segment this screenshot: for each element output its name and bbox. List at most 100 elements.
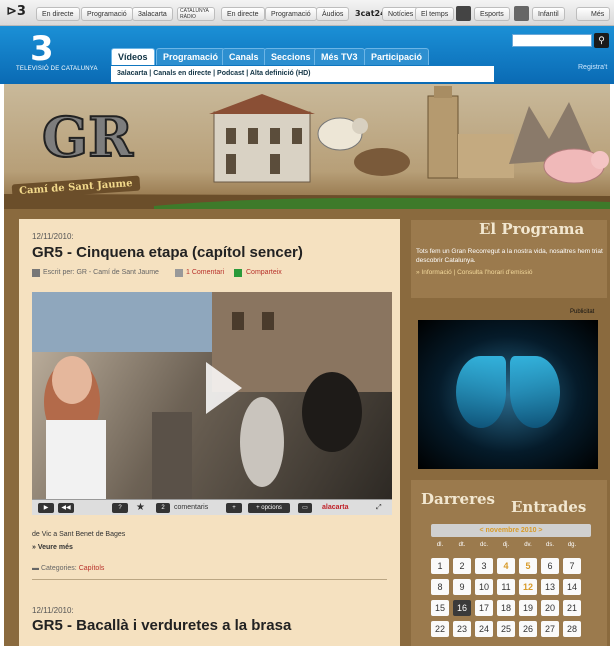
star-icon[interactable]: ★	[136, 503, 145, 513]
more-options-button[interactable]: + opcions	[248, 503, 290, 513]
fullscreen-icon[interactable]: ⤢	[376, 503, 382, 513]
topbar-item-esports[interactable]: Esports	[474, 7, 510, 21]
calendar-day[interactable]: 23	[453, 621, 471, 637]
read-more-link[interactable]: » Veure més	[32, 544, 73, 551]
play-icon[interactable]	[206, 362, 242, 414]
ad-label: Publicitat	[570, 309, 595, 315]
share-link[interactable]: Comparteix	[246, 269, 282, 276]
calendar-day[interactable]: 2	[453, 558, 471, 574]
top-network-bar: ⊳3 En directe Programació 3alacarta CATA…	[0, 0, 614, 26]
esports-icon	[456, 6, 471, 21]
calendar-day[interactable]: 15	[431, 600, 449, 616]
comments-link[interactable]: 1 Comentari	[186, 269, 224, 276]
topbar-item-radio-en-directe[interactable]: En directe	[221, 7, 265, 21]
calendar-day[interactable]: 19	[519, 600, 537, 616]
calendar-day[interactable]: 16	[453, 600, 471, 616]
program-banner: GR Camí de Sant Jaume	[4, 84, 610, 209]
tv3-small-logo[interactable]: ⊳3	[6, 4, 26, 19]
post-author: Escrit per: GR - Camí de Sant Jaume	[43, 269, 159, 276]
post-date: 12/11/2010:	[32, 232, 74, 241]
rewind-button[interactable]: ◀◀	[58, 503, 74, 513]
embed-icon[interactable]: ▭	[298, 503, 312, 513]
topbar-item-noticies[interactable]: Notícies	[382, 7, 420, 21]
calendar-day[interactable]: 18	[497, 600, 515, 616]
tab-seccions[interactable]: Seccions	[264, 48, 318, 65]
topbar-more-button[interactable]: Més	[576, 7, 611, 21]
calendar-day[interactable]: 28	[563, 621, 581, 637]
calendar-day[interactable]: 3	[475, 558, 493, 574]
calendar-weekday: dv.	[524, 542, 532, 548]
advertisement[interactable]	[418, 320, 598, 469]
gr-logo: GR	[42, 105, 134, 169]
author-icon	[32, 269, 40, 277]
video-player[interactable]	[32, 292, 392, 499]
main-header: 3 TELEVISIÓ DE CATALUNYA Vídeos Programa…	[0, 26, 614, 84]
calendar-day[interactable]: 8	[431, 579, 449, 595]
calendar-weekday: dl.	[436, 542, 444, 548]
calendar-day[interactable]: 9	[453, 579, 471, 595]
topbar-item-el-temps[interactable]: El temps	[415, 7, 455, 21]
calendar-day[interactable]: 14	[563, 579, 581, 595]
video-controls: ▶ ◀◀ ? ★ 2 comentaris + + opcions ▭ alac…	[32, 499, 392, 515]
calendar-day[interactable]: 22	[431, 621, 449, 637]
tab-mes-tv3[interactable]: Més TV3	[314, 48, 365, 65]
calendar-day[interactable]: 5	[519, 558, 537, 574]
tab-videos[interactable]: Vídeos	[111, 48, 155, 65]
categories-label: Categories:	[40, 565, 77, 572]
post-categories: ▬ Categories: Capítols	[32, 565, 104, 572]
calendar-day[interactable]: 12	[519, 579, 537, 595]
calendar-day[interactable]: 24	[475, 621, 493, 637]
tab-participacio[interactable]: Participació	[364, 48, 430, 65]
calendar-day[interactable]: 20	[541, 600, 559, 616]
comment-icon	[175, 269, 183, 277]
calendar-day[interactable]: 25	[497, 621, 515, 637]
help-button[interactable]: ?	[112, 503, 128, 513]
tv3-logo-subtitle: TELEVISIÓ DE CATALUNYA	[16, 66, 98, 72]
topbar-item-audios[interactable]: Àudios	[316, 7, 350, 21]
programa-box: El Programa Tots fem un Gran Recorregut …	[411, 220, 607, 298]
catalunya-radio-logo[interactable]: CATALUNYA RÀDIO	[177, 7, 215, 21]
play-button[interactable]: ▶	[38, 503, 54, 513]
post-excerpt: de Vic a Sant Benet de Bages	[32, 531, 126, 538]
calendar-day[interactable]: 13	[541, 579, 559, 595]
search-input[interactable]	[512, 34, 592, 47]
calendar-day[interactable]: 27	[541, 621, 559, 637]
ad-graphic-right	[510, 356, 560, 428]
tv3-logo[interactable]: 3	[30, 32, 54, 66]
register-link[interactable]: Registra't	[578, 64, 607, 71]
calendar-weekday: dg.	[567, 542, 577, 548]
calendar-month-nav[interactable]: < novembre 2010 >	[431, 524, 591, 537]
alacarta-logo[interactable]: alacarta	[322, 503, 348, 513]
darreres-entrades-box: Darreres Entrades < novembre 2010 > dl. d…	[411, 480, 607, 646]
topbar-item-3alacarta[interactable]: 3alacarta	[132, 7, 173, 21]
topbar-item-programacio[interactable]: Programació	[81, 7, 133, 21]
post-divider	[32, 579, 387, 580]
programa-links[interactable]: » Informació | Consulta l'horari d'emiss…	[416, 269, 533, 276]
calendar-day[interactable]: 10	[475, 579, 493, 595]
post-title[interactable]: GR5 - Cinquena etapa (capítol sencer)	[32, 244, 303, 261]
topbar-item-infantil[interactable]: Infantil	[532, 7, 565, 21]
sub-navigation[interactable]: 3alacarta | Canals en directe | Podcast …	[111, 66, 494, 82]
calendar-day[interactable]: 11	[497, 579, 515, 595]
folder-icon: ▬	[32, 565, 41, 572]
topbar-item-en-directe[interactable]: En directe	[36, 7, 80, 21]
calendar-weekday: ds.	[545, 542, 554, 548]
search-button[interactable]: ⚲	[594, 33, 609, 48]
post2-title[interactable]: GR5 - Bacallà i verduretes a la brasa	[32, 617, 291, 634]
comments-label[interactable]: comentaris	[174, 503, 208, 513]
calendar-day[interactable]: 4	[497, 558, 515, 574]
calendar-weekday: dc.	[479, 542, 488, 548]
programa-description: Tots fem un Gran Recorregut a la nostra …	[416, 248, 603, 264]
calendar-day[interactable]: 21	[563, 600, 581, 616]
add-button[interactable]: +	[226, 503, 242, 513]
calendar-day[interactable]: 6	[541, 558, 559, 574]
tab-programacio[interactable]: Programació	[156, 48, 226, 65]
topbar-item-radio-programacio[interactable]: Programació	[265, 7, 317, 21]
calendar-day[interactable]: 26	[519, 621, 537, 637]
calendar-day[interactable]: 7	[563, 558, 581, 574]
tab-canals[interactable]: Canals	[222, 48, 266, 65]
comments-count[interactable]: 2	[156, 503, 170, 513]
calendar-day[interactable]: 17	[475, 600, 493, 616]
calendar-day[interactable]: 1	[431, 558, 449, 574]
category-link[interactable]: Capítols	[79, 565, 105, 572]
